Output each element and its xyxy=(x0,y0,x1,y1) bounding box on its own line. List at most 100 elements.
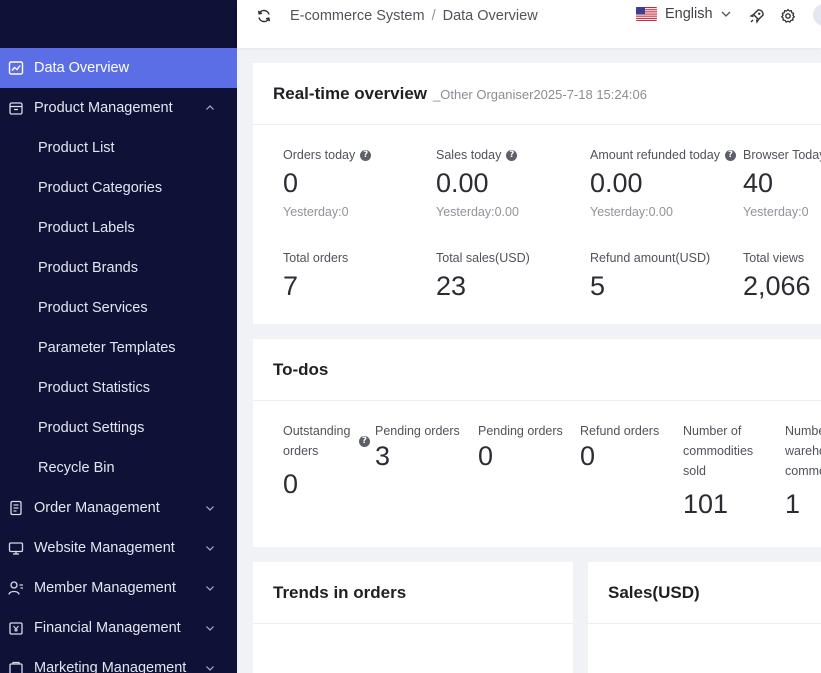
sidebar-item-label: Recycle Bin xyxy=(38,460,115,476)
sidebar-logo-area xyxy=(0,0,237,48)
marketing-icon xyxy=(9,661,23,673)
sidebar-item-member-management[interactable]: Member Management xyxy=(0,568,237,608)
breadcrumb-separator: / xyxy=(431,8,436,24)
sidebar-item-label: Financial Management xyxy=(34,620,181,636)
stat-label: Total views xyxy=(743,251,805,265)
sidebar-item-product-statistics[interactable]: Product Statistics xyxy=(0,368,237,408)
sidebar-item-order-management[interactable]: Order Management xyxy=(0,488,237,528)
sidebar-item-label: Product List xyxy=(38,140,115,156)
stat-value: 7 xyxy=(283,271,299,301)
avatar[interactable] xyxy=(813,4,821,26)
sidebar-item-marketing-management[interactable]: Marketing Management xyxy=(0,648,237,673)
todo-label: Outstanding orders xyxy=(283,424,351,458)
todo-value: 3 xyxy=(375,441,391,471)
realtime-title-row: Real-time overview _Other Organiser2025-7… xyxy=(273,84,647,104)
stat-yesterday: Yesterday:0 xyxy=(283,205,349,219)
stat-value: 5 xyxy=(590,271,606,301)
sidebar-item-product-management[interactable]: Product Management xyxy=(0,88,237,128)
help-icon[interactable]: ? xyxy=(359,436,370,447)
us-flag-icon xyxy=(636,7,657,21)
todo-commodities-sold[interactable]: Number of commodities sold 101 xyxy=(683,421,779,520)
website-icon xyxy=(8,542,24,555)
chevron-down-icon xyxy=(206,626,214,631)
breadcrumb: E-commerce System / Data Overview xyxy=(290,8,538,24)
stat-browser-today: Browser Today 40 Yesterday:0 xyxy=(743,148,821,219)
divider xyxy=(253,124,821,125)
todo-value: 0 xyxy=(283,469,299,499)
todo-value: 1 xyxy=(785,489,801,519)
stat-yesterday: Yesterday:0.00 xyxy=(590,205,673,219)
wallet-icon xyxy=(9,622,23,635)
divider xyxy=(253,623,573,624)
chevron-down-icon xyxy=(206,666,214,671)
organiser-timestamp: _Other Organiser2025-7-18 15:24:06 xyxy=(433,87,647,102)
stat-value: 0.00 xyxy=(436,168,489,198)
help-icon[interactable]: ? xyxy=(506,149,518,161)
stat-total-views: Total views 2,066 xyxy=(743,251,811,302)
sidebar-item-product-list[interactable]: Product List xyxy=(0,128,237,168)
sidebar-item-product-labels[interactable]: Product Labels xyxy=(0,208,237,248)
stat-label: Refund amount(USD) xyxy=(590,251,711,265)
box-icon xyxy=(9,102,23,115)
todo-outstanding-orders[interactable]: Outstanding orders 0 xyxy=(283,421,363,500)
sidebar-item-label: Website Management xyxy=(34,540,175,556)
sidebar-item-label: Parameter Templates xyxy=(38,340,176,356)
sidebar-item-label: Product Brands xyxy=(38,260,138,276)
stat-value: 40 xyxy=(743,168,774,198)
stat-label: Amount refunded today xyxy=(590,148,720,162)
sidebar-item-recycle-bin[interactable]: Recycle Bin xyxy=(0,448,237,488)
stat-label: Total sales(USD) xyxy=(436,251,530,265)
card-title: To-dos xyxy=(273,360,329,379)
sidebar-item-website-management[interactable]: Website Management xyxy=(0,528,237,568)
stat-value: 0.00 xyxy=(590,168,643,198)
todo-label: Number of warehouse commodities xyxy=(785,424,821,478)
sidebar-item-product-categories[interactable]: Product Categories xyxy=(0,168,237,208)
language-label: English xyxy=(665,6,713,22)
card-title: Sales(USD) xyxy=(608,583,700,602)
sidebar: Data Overview Product Management Product… xyxy=(0,0,237,673)
sidebar-item-product-settings[interactable]: Product Settings xyxy=(0,408,237,448)
realtime-overview-card: Real-time overview _Other Organiser2025-7… xyxy=(253,63,821,324)
chevron-up-icon xyxy=(206,105,214,110)
sidebar-item-parameter-templates[interactable]: Parameter Templates xyxy=(0,328,237,368)
stat-refund-amount: Refund amount(USD) 5 xyxy=(590,251,710,302)
stat-value: 23 xyxy=(436,271,467,301)
sidebar-item-label: Data Overview xyxy=(34,60,130,76)
todo-warehouse-commodities[interactable]: Number of warehouse commodities 1 xyxy=(785,421,821,520)
sidebar-item-label: Product Categories xyxy=(38,180,163,196)
todo-value: 0 xyxy=(478,441,494,471)
help-icon[interactable]: ? xyxy=(724,149,736,161)
order-icon xyxy=(10,500,22,516)
chevron-down-icon xyxy=(206,586,214,591)
language-selector[interactable]: English xyxy=(636,6,732,22)
rocket-icon[interactable] xyxy=(749,8,765,24)
todo-refund-orders[interactable]: Refund orders 0 xyxy=(580,421,659,472)
sidebar-item-label: Product Settings xyxy=(38,420,145,436)
refresh-icon[interactable] xyxy=(256,8,272,24)
sidebar-item-label: Marketing Management xyxy=(34,660,187,673)
todo-value: 101 xyxy=(683,489,729,519)
stat-amount-refunded-today: Amount refunded today? 0.00 Yesterday:0.… xyxy=(590,148,736,219)
todos-card: To-dos Outstanding orders 0 ? Pending or… xyxy=(253,339,821,547)
todo-pending-orders-2[interactable]: Pending orders 0 xyxy=(478,421,563,472)
sidebar-item-label: Member Management xyxy=(34,580,176,596)
gear-icon[interactable] xyxy=(780,8,796,24)
stat-label: Total orders xyxy=(283,251,349,265)
sidebar-item-label: Product Management xyxy=(34,100,173,116)
todo-pending-orders[interactable]: Pending orders 3 xyxy=(375,421,460,472)
todo-label: Refund orders xyxy=(580,424,660,438)
breadcrumb-item[interactable]: E-commerce System xyxy=(290,8,425,24)
sidebar-item-label: Product Statistics xyxy=(38,380,151,396)
top-header: E-commerce System / Data Overview English xyxy=(237,0,821,48)
sidebar-item-data-overview[interactable]: Data Overview xyxy=(0,48,237,88)
stat-label: Browser Today xyxy=(743,148,821,162)
divider xyxy=(588,623,821,624)
sidebar-item-financial-management[interactable]: Financial Management xyxy=(0,608,237,648)
sidebar-item-product-services[interactable]: Product Services xyxy=(0,288,237,328)
stat-value: 0 xyxy=(283,168,299,198)
sidebar-item-product-brands[interactable]: Product Brands xyxy=(0,248,237,288)
todo-label: Pending orders xyxy=(375,424,460,438)
stat-label: Sales today xyxy=(436,148,502,162)
help-icon[interactable]: ? xyxy=(360,149,372,161)
chevron-down-icon xyxy=(206,546,214,551)
